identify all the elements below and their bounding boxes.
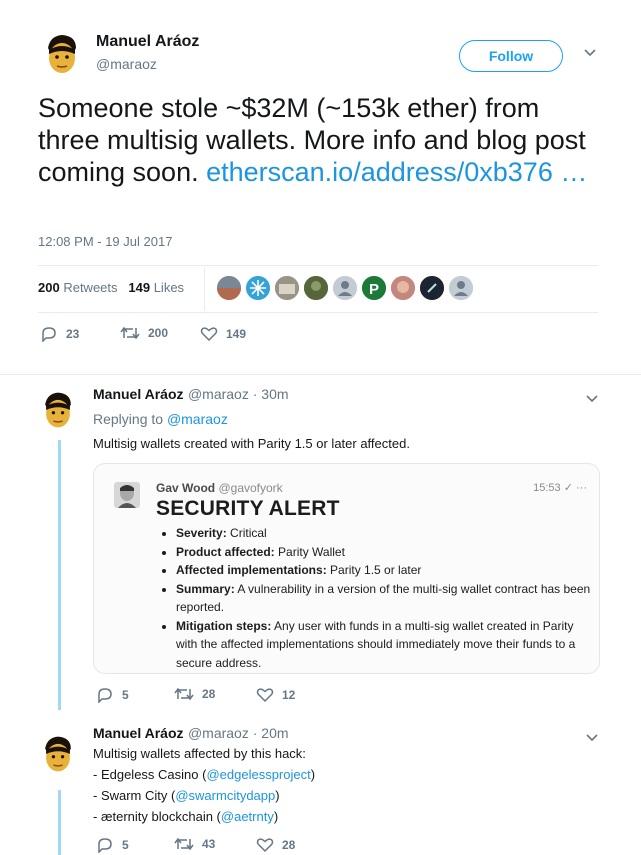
retweet-count: 43 xyxy=(202,837,216,851)
retweet-icon xyxy=(174,837,194,851)
stats-divider xyxy=(204,267,205,311)
section-divider xyxy=(0,374,641,375)
liker-avatar[interactable] xyxy=(390,275,416,301)
reply-author-name[interactable]: Manuel Aráoz xyxy=(93,386,184,402)
security-alert-title: SECURITY ALERT xyxy=(156,497,340,520)
svg-text:P: P xyxy=(369,281,379,298)
reply-avatar[interactable] xyxy=(36,732,80,776)
gav-time: 15:53 ✓ ··· xyxy=(533,482,587,494)
like-action[interactable]: 28 xyxy=(256,837,295,853)
thread-line xyxy=(58,790,61,855)
likes-count[interactable]: 149 xyxy=(128,280,150,295)
liker-avatar[interactable] xyxy=(303,275,329,301)
heart-icon xyxy=(200,327,218,342)
author-handle[interactable]: @maraoz xyxy=(96,56,157,72)
divider xyxy=(38,265,598,266)
reply-count: 5 xyxy=(122,838,129,852)
retweets-label[interactable]: Retweets xyxy=(63,280,117,295)
gav-header: Gav Wood @gavofyork xyxy=(156,481,283,495)
likes-label[interactable]: Likes xyxy=(154,280,184,295)
reply-avatar[interactable] xyxy=(36,388,80,432)
liker-avatar[interactable] xyxy=(274,275,300,301)
retweet-count: 200 xyxy=(148,326,169,340)
retweet-action[interactable]: 28 xyxy=(174,687,215,701)
gav-name: Gav Wood xyxy=(156,481,216,495)
thread-line xyxy=(58,440,61,710)
avatar-image xyxy=(38,30,86,78)
tweet-timestamp[interactable]: 12:08 PM - 19 Jul 2017 xyxy=(38,234,172,249)
mention-link[interactable]: @swarmcitydapp xyxy=(175,788,275,803)
attached-image[interactable]: Gav Wood @gavofyork 15:53 ✓ ··· SECURITY… xyxy=(93,463,600,674)
heart-icon xyxy=(256,688,274,703)
gav-handle: @gavofyork xyxy=(218,481,283,495)
reply-icon xyxy=(42,327,56,342)
retweet-action[interactable]: 43 xyxy=(174,837,215,851)
reply-text: Multisig wallets affected by this hack: … xyxy=(93,743,315,827)
reply-line: Multisig wallets affected by this hack: xyxy=(93,746,306,761)
reply-author-name[interactable]: Manuel Aráoz xyxy=(93,725,184,741)
reply-line: - Edgeless Casino (@edgelessproject) xyxy=(93,767,316,782)
liker-avatar[interactable] xyxy=(332,275,358,301)
tweet-link[interactable]: etherscan.io/address/0xb376 … xyxy=(206,157,587,187)
author-avatar[interactable] xyxy=(38,30,86,78)
reply-count: 5 xyxy=(122,688,129,702)
reply-header: Manuel Aráoz @maraoz · 30m xyxy=(93,386,289,404)
like-count: 149 xyxy=(226,327,247,341)
like-action[interactable]: 149 xyxy=(200,326,246,342)
alert-item: Mitigation steps: Any user with funds in… xyxy=(176,617,596,673)
alert-item: Summary: A vulnerability in a version of… xyxy=(176,580,596,617)
reply-line: - æternity blockchain (@aetrnty) xyxy=(93,809,279,824)
mention-link[interactable]: @aetrnty xyxy=(221,809,274,824)
follow-button[interactable]: Follow xyxy=(459,40,563,72)
replying-to: Replying to @maraoz xyxy=(93,411,228,427)
caret-down-icon[interactable] xyxy=(585,391,599,409)
alert-item: Severity: Critical xyxy=(176,524,596,543)
divider xyxy=(38,312,598,313)
reply-count: 23 xyxy=(66,327,80,341)
reply-header: Manuel Aráoz @maraoz · 20m xyxy=(93,725,289,743)
heart-icon xyxy=(256,838,274,853)
reply-line: - Swarm City (@swarmcitydapp) xyxy=(93,788,280,803)
tweet-text: Someone stole ~$32M (~153k ether) from t… xyxy=(38,92,598,188)
reply-text: Multisig wallets created with Parity 1.5… xyxy=(93,436,410,451)
caret-down-icon[interactable] xyxy=(583,46,597,61)
alert-item: Affected implementations: Parity 1.5 or … xyxy=(176,561,596,580)
liker-avatar[interactable] xyxy=(419,275,445,301)
reply-meta[interactable]: @maraoz · 20m xyxy=(188,725,289,741)
mention-link[interactable]: @edgelessproject xyxy=(206,767,310,782)
retweets-count[interactable]: 200 xyxy=(38,280,60,295)
liker-avatar[interactable] xyxy=(216,275,242,301)
liker-avatar[interactable] xyxy=(245,275,271,301)
liker-avatar[interactable]: P xyxy=(361,275,387,301)
retweet-action[interactable]: 200 xyxy=(120,326,168,340)
reply-icon xyxy=(98,688,112,703)
liker-avatar[interactable] xyxy=(448,275,474,301)
reply-icon xyxy=(98,838,112,853)
security-alert-list: Severity: Critical Product affected: Par… xyxy=(156,524,596,672)
like-action[interactable]: 12 xyxy=(256,687,295,703)
author-name[interactable]: Manuel Aráoz xyxy=(96,33,199,51)
alert-item: Product affected: Parity Wallet xyxy=(176,543,596,562)
replying-prefix: Replying to xyxy=(93,411,164,427)
retweet-icon xyxy=(120,326,140,340)
reply-action[interactable]: 23 xyxy=(40,326,79,342)
caret-down-icon[interactable] xyxy=(585,730,599,748)
reply-action[interactable]: 5 xyxy=(96,687,129,703)
retweet-count: 28 xyxy=(202,687,216,701)
like-count: 12 xyxy=(282,688,296,702)
reply-action[interactable]: 5 xyxy=(96,837,129,853)
reply-meta[interactable]: @maraoz · 30m xyxy=(188,386,289,402)
tweet-stats: 200 Retweets 149 Likes xyxy=(38,280,184,295)
like-count: 28 xyxy=(282,838,296,852)
replying-mention[interactable]: @maraoz xyxy=(167,411,228,427)
retweet-icon xyxy=(174,687,194,701)
gav-avatar xyxy=(114,482,140,508)
